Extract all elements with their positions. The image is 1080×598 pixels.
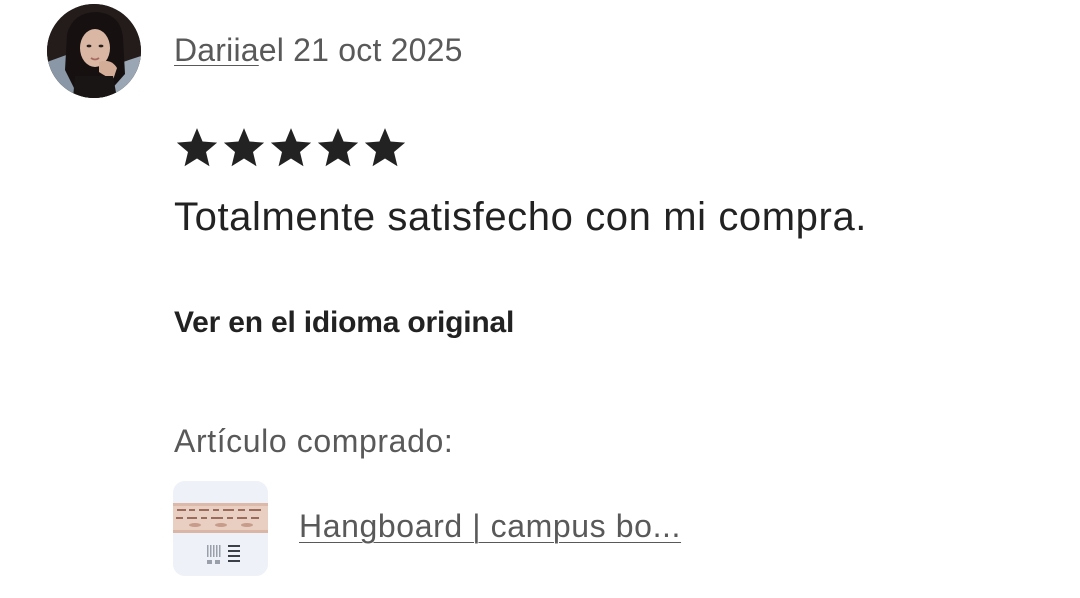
star-rating xyxy=(174,125,408,171)
star-icon xyxy=(176,128,218,167)
review-text: Totalmente satisfecho con mi compra. xyxy=(174,195,868,239)
avatar-photo-icon xyxy=(47,4,141,98)
star-icon xyxy=(223,128,265,167)
purchased-item-thumbnail[interactable] xyxy=(173,481,268,576)
purchased-item-title-link[interactable]: Hangboard | campus bo... xyxy=(299,506,681,546)
reviewer-name-link[interactable]: Dariia xyxy=(174,32,259,68)
star-icon xyxy=(364,128,406,167)
purchased-item-label: Artículo comprado: xyxy=(174,423,454,459)
reviewer-avatar[interactable] xyxy=(47,4,141,98)
review-date: el 21 oct 2025 xyxy=(258,32,463,68)
hangboard-thumbnail-icon xyxy=(173,481,268,576)
star-icon xyxy=(270,128,312,167)
star-icon xyxy=(317,128,359,167)
review-meta: Dariiael 21 oct 2025 xyxy=(174,30,463,70)
view-original-language-link[interactable]: Ver en el idioma original xyxy=(174,304,514,342)
